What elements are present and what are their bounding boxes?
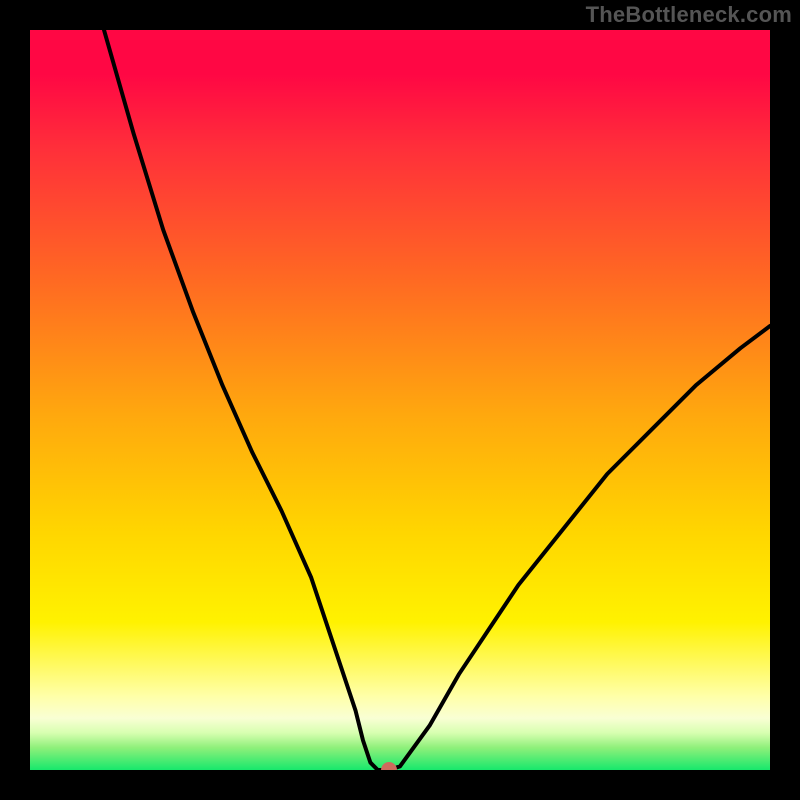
chart-frame: TheBottleneck.com: [0, 0, 800, 800]
plot-area: [30, 30, 770, 770]
curve-path: [104, 30, 770, 770]
bottleneck-curve: [30, 30, 770, 770]
watermark-text: TheBottleneck.com: [586, 2, 792, 28]
